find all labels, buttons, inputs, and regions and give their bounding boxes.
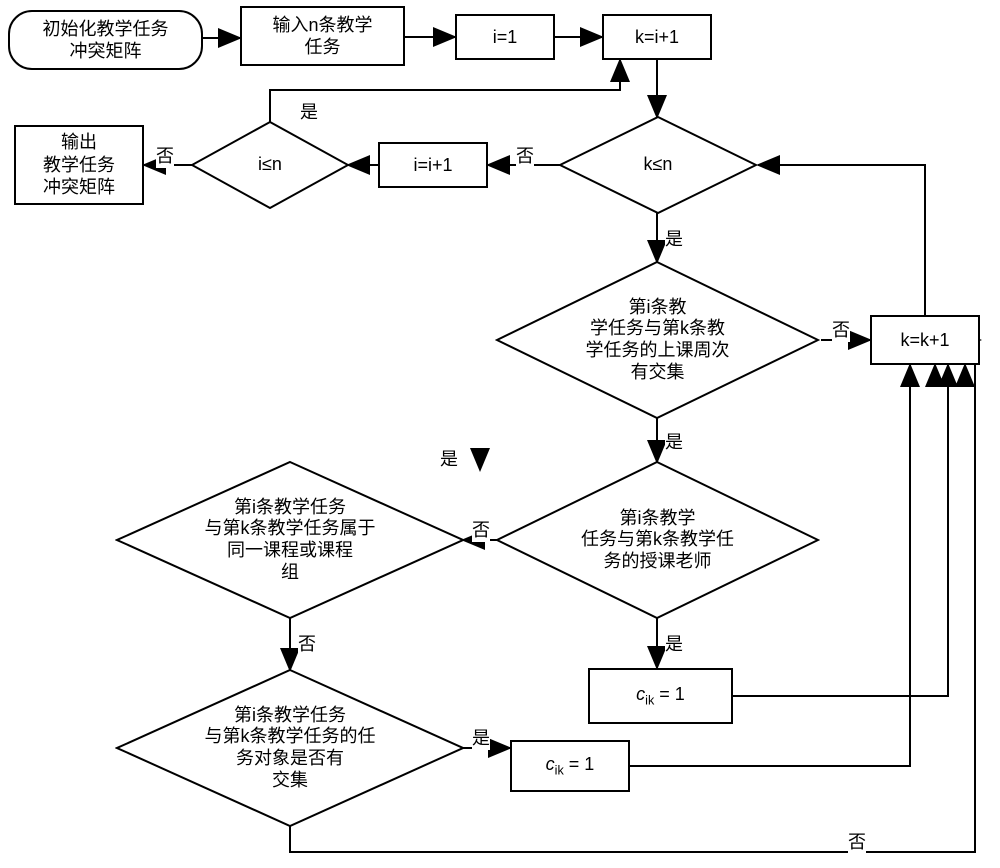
inc-i-label: i=i+1 <box>413 154 452 177</box>
label-course-no: 否 <box>298 630 316 656</box>
label-in-yes: 是 <box>300 98 318 124</box>
set-c1-b-label: cik = 1 <box>546 753 595 779</box>
label-object-yes: 是 <box>472 724 490 750</box>
cond-kn-decision: k≤n <box>558 115 758 215</box>
inc-k-process: k=k+1 <box>870 315 980 365</box>
output-process: 输出教学任务冲突矩阵 <box>14 125 144 205</box>
set-k-process: k=i+1 <box>602 14 712 60</box>
label-kn-no: 否 <box>516 142 534 168</box>
cond-week-label: 第i条教学任务与第k条教学任务的上课周次有交集 <box>586 297 730 383</box>
set-i1-process: i=1 <box>455 14 555 60</box>
label-teacher-no: 否 <box>472 516 490 542</box>
set-i1-label: i=1 <box>493 26 518 49</box>
cond-course-label: 第i条教学任务与第k条教学任务属于同一课程或课程组 <box>205 497 376 583</box>
set-k-label: k=i+1 <box>635 26 679 49</box>
cond-in-decision: i≤n <box>190 120 350 210</box>
set-c1-a-process: cik = 1 <box>588 668 733 724</box>
cond-course-decision: 第i条教学任务与第k条教学任务属于同一课程或课程组 <box>115 460 465 620</box>
flowchart-layer: 初始化教学任务冲突矩阵 输入n条教学任务 i=1 k=i+1 k≤n i=i+1… <box>0 0 1000 868</box>
label-object-no: 否 <box>848 828 866 854</box>
input-n-label: 输入n条教学任务 <box>272 14 372 59</box>
start-terminator: 初始化教学任务冲突矩阵 <box>8 10 203 70</box>
cond-teacher-decision: 第i条教学任务与第k条教学任务的授课老师 <box>495 460 820 620</box>
cond-in-label: i≤n <box>258 154 282 176</box>
inc-i-process: i=i+1 <box>378 142 488 188</box>
set-c1-b-process: cik = 1 <box>510 740 630 792</box>
label-week-yes: 是 <box>665 428 683 454</box>
label-course-yes: 是 <box>440 445 458 471</box>
label-week-no: 否 <box>832 316 850 342</box>
inc-k-label: k=k+1 <box>900 329 949 352</box>
label-teacher-yes: 是 <box>665 630 683 656</box>
cond-object-label: 第i条教学任务与第k条教学任务的任务对象是否有交集 <box>205 705 376 791</box>
label-kn-yes: 是 <box>665 225 683 251</box>
cond-week-decision: 第i条教学任务与第k条教学任务的上课周次有交集 <box>495 260 820 420</box>
label-in-no: 否 <box>156 142 174 168</box>
output-label: 输出教学任务冲突矩阵 <box>43 131 115 199</box>
cond-teacher-label: 第i条教学任务与第k条教学任务的授课老师 <box>581 508 734 573</box>
cond-object-decision: 第i条教学任务与第k条教学任务的任务对象是否有交集 <box>115 668 465 828</box>
cond-kn-label: k≤n <box>644 154 673 176</box>
start-label: 初始化教学任务冲突矩阵 <box>43 18 169 63</box>
input-n-process: 输入n条教学任务 <box>240 6 405 66</box>
set-c1-a-label: cik = 1 <box>636 683 685 709</box>
